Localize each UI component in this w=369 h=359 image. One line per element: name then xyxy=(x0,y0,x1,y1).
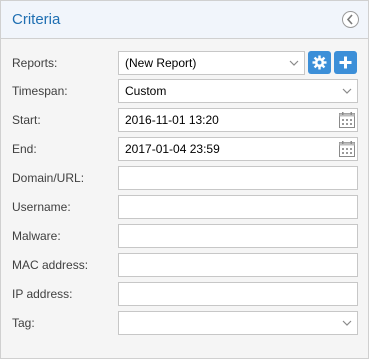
mac-label: MAC address: xyxy=(12,258,89,272)
reports-combobox[interactable]: (New Report) xyxy=(118,51,305,75)
domain-input[interactable] xyxy=(118,166,358,190)
panel-header: Criteria xyxy=(1,1,368,39)
start-date-value: 2016-11-01 13:20 xyxy=(125,113,219,127)
username-label: Username: xyxy=(12,200,71,214)
reports-label: Reports: xyxy=(12,56,58,70)
criteria-panel: Criteria Reports: (New Report) Timespan:… xyxy=(0,0,369,359)
end-date-field[interactable]: 2017-01-04 23:59 xyxy=(118,137,358,161)
tag-combobox[interactable] xyxy=(118,311,358,335)
mac-row: MAC address: xyxy=(1,253,368,277)
malware-input[interactable] xyxy=(118,224,358,248)
collapse-icon[interactable] xyxy=(342,11,359,28)
timespan-value: Custom xyxy=(125,84,167,98)
username-row: Username: xyxy=(1,195,368,219)
calendar-icon[interactable] xyxy=(338,140,356,158)
ip-row: IP address: xyxy=(1,282,368,306)
start-row: Start: 2016-11-01 13:20 xyxy=(1,108,368,132)
tag-row: Tag: xyxy=(1,311,368,335)
ip-label: IP address: xyxy=(12,287,73,301)
gear-icon xyxy=(312,55,327,70)
username-input[interactable] xyxy=(118,195,358,219)
timespan-label: Timespan: xyxy=(12,84,68,98)
malware-label: Malware: xyxy=(12,229,61,243)
reports-value: (New Report) xyxy=(125,56,197,70)
timespan-row: Timespan: Custom xyxy=(1,79,368,103)
end-date-value: 2017-01-04 23:59 xyxy=(125,142,220,156)
report-settings-button[interactable] xyxy=(308,51,331,74)
malware-row: Malware: xyxy=(1,224,368,248)
tag-label: Tag: xyxy=(12,316,35,330)
start-label: Start: xyxy=(12,113,41,127)
domain-row: Domain/URL: xyxy=(1,166,368,190)
add-report-button[interactable] xyxy=(334,51,357,74)
chevron-down-icon[interactable] xyxy=(337,80,357,102)
timespan-combobox[interactable]: Custom xyxy=(118,79,358,103)
chevron-down-icon[interactable] xyxy=(337,312,357,334)
plus-icon xyxy=(339,56,352,69)
end-label: End: xyxy=(12,142,37,156)
calendar-icon[interactable] xyxy=(338,111,356,129)
start-date-field[interactable]: 2016-11-01 13:20 xyxy=(118,108,358,132)
mac-input[interactable] xyxy=(118,253,358,277)
panel-title: Criteria xyxy=(12,11,61,28)
chevron-down-icon[interactable] xyxy=(284,52,304,74)
ip-input[interactable] xyxy=(118,282,358,306)
end-row: End: 2017-01-04 23:59 xyxy=(1,137,368,161)
domain-label: Domain/URL: xyxy=(12,171,85,185)
